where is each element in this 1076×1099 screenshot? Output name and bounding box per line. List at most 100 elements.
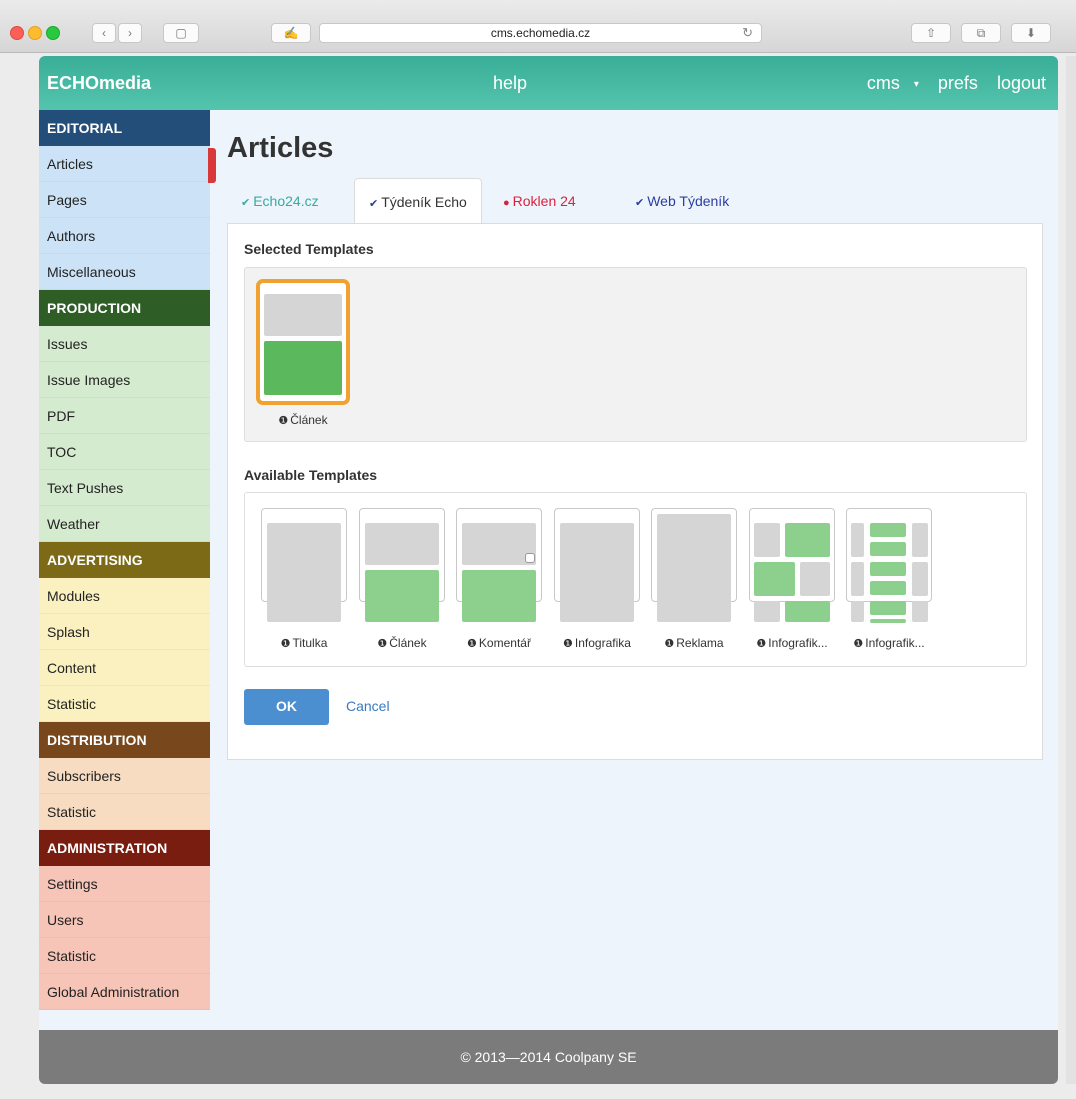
help-link[interactable]: help [493,73,527,94]
cms-label: cms [866,73,900,93]
sidebar-item-subscribers[interactable]: Subscribers [39,758,210,794]
forward-icon: › [128,26,132,40]
sidebar-icon: ▢ [175,26,187,40]
template-block [754,562,795,596]
brand-logo[interactable]: ECHOmedia [47,73,151,94]
sidebar-item-statistic[interactable]: Statistic [39,686,210,722]
tab-t-den-k-echo[interactable]: ✔ Týdeník Echo [354,178,482,224]
sidebar-item-splash[interactable]: Splash [39,614,210,650]
template-caption: ❶ Reklama [646,636,742,650]
zoom-window-button[interactable] [46,26,60,40]
browser-toolbar: ‹ › ▢ ✍ cms.echomedia.cz ↻ ⇧ ⧉ ⬇ [0,0,1076,53]
back-icon: ‹ [102,26,106,40]
tab-roklen-24[interactable]: ● Roklen 24 [489,178,590,224]
info-icon: ❶ [853,638,864,650]
caption-text: Reklama [676,636,724,650]
address-bar[interactable]: cms.echomedia.cz ↻ [319,23,762,43]
sidebar-item-pdf[interactable]: PDF [39,398,210,434]
logout-link[interactable]: logout [997,73,1046,93]
window-edge [1066,56,1076,1084]
sidebar-section-production: PRODUCTION [39,290,210,326]
close-window-button[interactable] [10,26,24,40]
reload-icon[interactable]: ↻ [742,24,753,42]
template-block [912,523,928,557]
template-caption: ❶ Článek [354,636,450,650]
back-button[interactable]: ‹ [92,23,116,43]
sidebar-item-articles[interactable]: Articles [39,146,210,182]
template-infografika[interactable] [554,508,640,622]
template-block [870,601,906,615]
template-block [657,514,731,622]
sidebar-item-settings[interactable]: Settings [39,866,210,902]
template-block [851,523,864,557]
top-navbar: ECHOmedia help cms ▾ prefs logout [39,56,1058,110]
available-templates-box: ❶ Titulka ❶ Článek ❶ Komentář ❶ Infografika … [244,492,1027,667]
tab-web-t-den-k[interactable]: ✔ Web Týdeník [621,178,743,224]
tab-echo24-cz[interactable]: ✔ Echo24.cz [227,178,333,224]
sidebar-item-pages[interactable]: Pages [39,182,210,218]
template-reklama[interactable] [651,508,737,622]
comment-marker [525,553,535,563]
sidebar-item-weather[interactable]: Weather [39,506,210,542]
template-caption: ❶ Komentář [451,636,547,650]
selected-templates-box[interactable]: ❶ Článek [244,267,1027,442]
caption-text: Infografik... [865,636,925,650]
sidebar-item-authors[interactable]: Authors [39,218,210,254]
template-caption: ❶ Infografik... [744,636,840,650]
sidebar-item-issue-images[interactable]: Issue Images [39,362,210,398]
template-block [851,601,864,622]
sidebar-item-users[interactable]: Users [39,902,210,938]
tab-label: Echo24.cz [253,193,319,209]
cms-dropdown[interactable]: cms ▾ [853,73,919,93]
template-infografik-2[interactable] [846,508,932,623]
sidebar-toggle-button[interactable]: ▢ [163,23,199,43]
template-block [264,294,342,336]
selected-templates-label: Selected Templates [244,241,374,257]
app-window: ECHOmedia help cms ▾ prefs logout EDITORI… [39,56,1058,1084]
template-block [870,581,906,595]
tab-label: Týdeník Echo [381,194,467,210]
info-icon: ❶ [377,638,388,650]
template-titulka[interactable] [261,508,347,622]
template-block [365,570,439,622]
template-block [851,562,864,596]
template-caption: ❶ Titulka [256,636,352,650]
template-block [912,562,928,596]
bookmark-icon: ✍ [283,26,299,40]
info-icon: ❶ [278,415,289,427]
cancel-link[interactable]: Cancel [346,689,390,725]
template-komentar[interactable] [456,508,542,622]
available-templates-label: Available Templates [244,467,378,483]
check-circle-icon: ✔ [635,197,645,209]
info-icon: ❶ [280,638,291,650]
sidebar-item-global-administration[interactable]: Global Administration [39,974,210,1010]
sidebar-item-modules[interactable]: Modules [39,578,210,614]
sidebar-item-issues[interactable]: Issues [39,326,210,362]
info-icon: ❶ [664,638,675,650]
template-block [754,523,780,557]
forward-button[interactable]: › [118,23,142,43]
sidebar-item-statistic[interactable]: Statistic [39,938,210,974]
sidebar-item-miscellaneous[interactable]: Miscellaneous [39,254,210,290]
page-title: Articles [227,132,334,164]
minimize-window-button[interactable] [28,26,42,40]
caret-down-icon: ▾ [913,78,919,90]
tabs-button[interactable]: ⧉ [961,23,1001,43]
sidebar-item-text-pushes[interactable]: Text Pushes [39,470,210,506]
sidebar-item-statistic[interactable]: Statistic [39,794,210,830]
prefs-link[interactable]: prefs [938,73,978,93]
tabs-icon: ⧉ [976,26,986,40]
dot-icon: ● [503,197,510,209]
downloads-button[interactable]: ⬇ [1011,23,1051,43]
sidebar-item-toc[interactable]: TOC [39,434,210,470]
ok-button[interactable]: OK [244,689,329,725]
sidebar-item-content[interactable]: Content [39,650,210,686]
download-icon: ⬇ [1025,26,1037,40]
template-clanek[interactable] [359,508,445,622]
share-button[interactable]: ⇧ [911,23,951,43]
bookmarks-button[interactable]: ✍ [271,23,311,43]
template-infografik-1[interactable] [749,508,835,622]
selected-template-clanek[interactable] [256,279,350,405]
template-block [365,523,439,565]
sidebar-section-advertising: ADVERTISING [39,542,210,578]
